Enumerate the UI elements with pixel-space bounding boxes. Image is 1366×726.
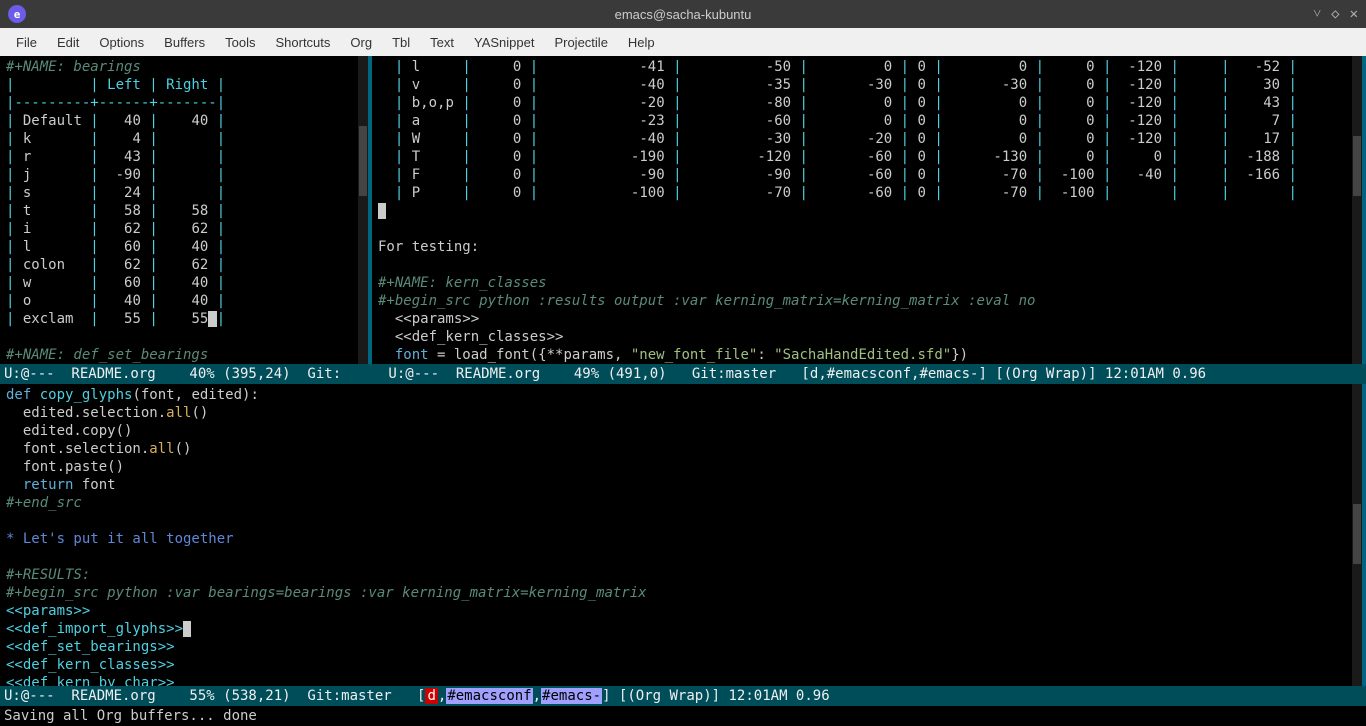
irc-chan: #emacsconf	[827, 366, 911, 382]
menu-file[interactable]: File	[6, 31, 47, 54]
menu-options[interactable]: Options	[89, 31, 154, 54]
menu-text[interactable]: Text	[420, 31, 464, 54]
menubar: File Edit Options Buffers Tools Shortcut…	[0, 28, 1366, 56]
pane-top-right[interactable]: | l | 0 | -41 | -50 | 0 | 0 | 0 | 0 | -1…	[372, 56, 1366, 364]
menu-help[interactable]: Help	[618, 31, 665, 54]
irc-chan: #emacs-	[541, 688, 602, 704]
close-icon[interactable]: ✕	[1350, 6, 1358, 23]
flag-d: d	[810, 366, 818, 382]
minimize-icon[interactable]: ˅	[1313, 6, 1321, 23]
maximize-icon[interactable]: ◇	[1331, 6, 1339, 23]
menu-org[interactable]: Org	[340, 31, 382, 54]
scrollbar[interactable]	[358, 56, 368, 364]
irc-chan: #emacsconf	[446, 688, 532, 704]
window-controls: ˅ ◇ ✕	[1313, 6, 1358, 23]
menu-yasnippet[interactable]: YASnippet	[464, 31, 544, 54]
irc-chan: #emacs-	[919, 366, 978, 382]
menu-tools[interactable]: Tools	[215, 31, 265, 54]
scrollbar[interactable]	[1352, 384, 1362, 686]
modeline-top: U:@--- README.org 40% (395,24) Git: U:@-…	[0, 364, 1366, 384]
modeline-bottom: U:@--- README.org 55% (538,21) Git:maste…	[0, 686, 1366, 706]
pane-top-left[interactable]: #+NAME: bearings | | Left | Right | |---…	[0, 56, 372, 364]
menu-shortcuts[interactable]: Shortcuts	[265, 31, 340, 54]
scrollbar[interactable]	[1352, 56, 1362, 364]
menu-edit[interactable]: Edit	[47, 31, 89, 54]
menu-buffers[interactable]: Buffers	[154, 31, 215, 54]
emacs-app-icon: e	[8, 5, 26, 23]
menu-tbl[interactable]: Tbl	[382, 31, 420, 54]
minibuffer[interactable]: Saving all Org buffers... done	[0, 706, 1366, 726]
pane-bottom[interactable]: def copy_glyphs(font, edited): edited.se…	[0, 384, 1366, 686]
titlebar: e emacs@sacha-kubuntu ˅ ◇ ✕	[0, 0, 1366, 28]
window-title: emacs@sacha-kubuntu	[615, 7, 752, 22]
flag-d: d	[425, 688, 437, 704]
menu-projectile[interactable]: Projectile	[544, 31, 617, 54]
